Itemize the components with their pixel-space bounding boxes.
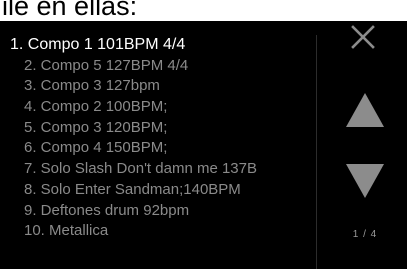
page: ile en ellas: 1. Compo 1 101BPM 4/4 2. C… — [0, 0, 407, 269]
close-button[interactable] — [350, 24, 376, 50]
panel-divider — [316, 35, 317, 269]
triangle-down-icon — [346, 164, 384, 198]
song-list-item[interactable]: 6. Compo 4 150BPM; — [0, 138, 315, 159]
scroll-down-button[interactable] — [344, 162, 386, 200]
song-list-item[interactable]: 7. Solo Slash Don't damn me 137B — [0, 159, 315, 180]
song-list-item[interactable]: 10. Metallica — [0, 221, 315, 242]
song-list-item[interactable]: 9. Deftones drum 92bpm — [0, 201, 315, 222]
song-list-item[interactable]: 4. Compo 2 100BPM; — [0, 97, 315, 118]
close-icon — [351, 25, 375, 49]
triangle-up-icon — [346, 93, 384, 127]
song-list-item[interactable]: 8. Solo Enter Sandman;140BPM — [0, 180, 315, 201]
caption-text: ile en ellas: — [2, 0, 138, 21]
scroll-up-button[interactable] — [344, 91, 386, 129]
song-list-item[interactable]: 1. Compo 1 101BPM 4/4 — [0, 35, 315, 56]
song-list-item[interactable]: 2. Compo 5 127BPM 4/4 — [0, 56, 315, 77]
song-list: 1. Compo 1 101BPM 4/4 2. Compo 5 127BPM … — [0, 35, 315, 242]
page-indicator: 1 / 4 — [352, 229, 378, 240]
song-list-item[interactable]: 5. Compo 3 120BPM; — [0, 118, 315, 139]
song-list-screen: 1. Compo 1 101BPM 4/4 2. Compo 5 127BPM … — [0, 21, 407, 269]
song-list-item[interactable]: 3. Compo 3 127bpm — [0, 76, 315, 97]
